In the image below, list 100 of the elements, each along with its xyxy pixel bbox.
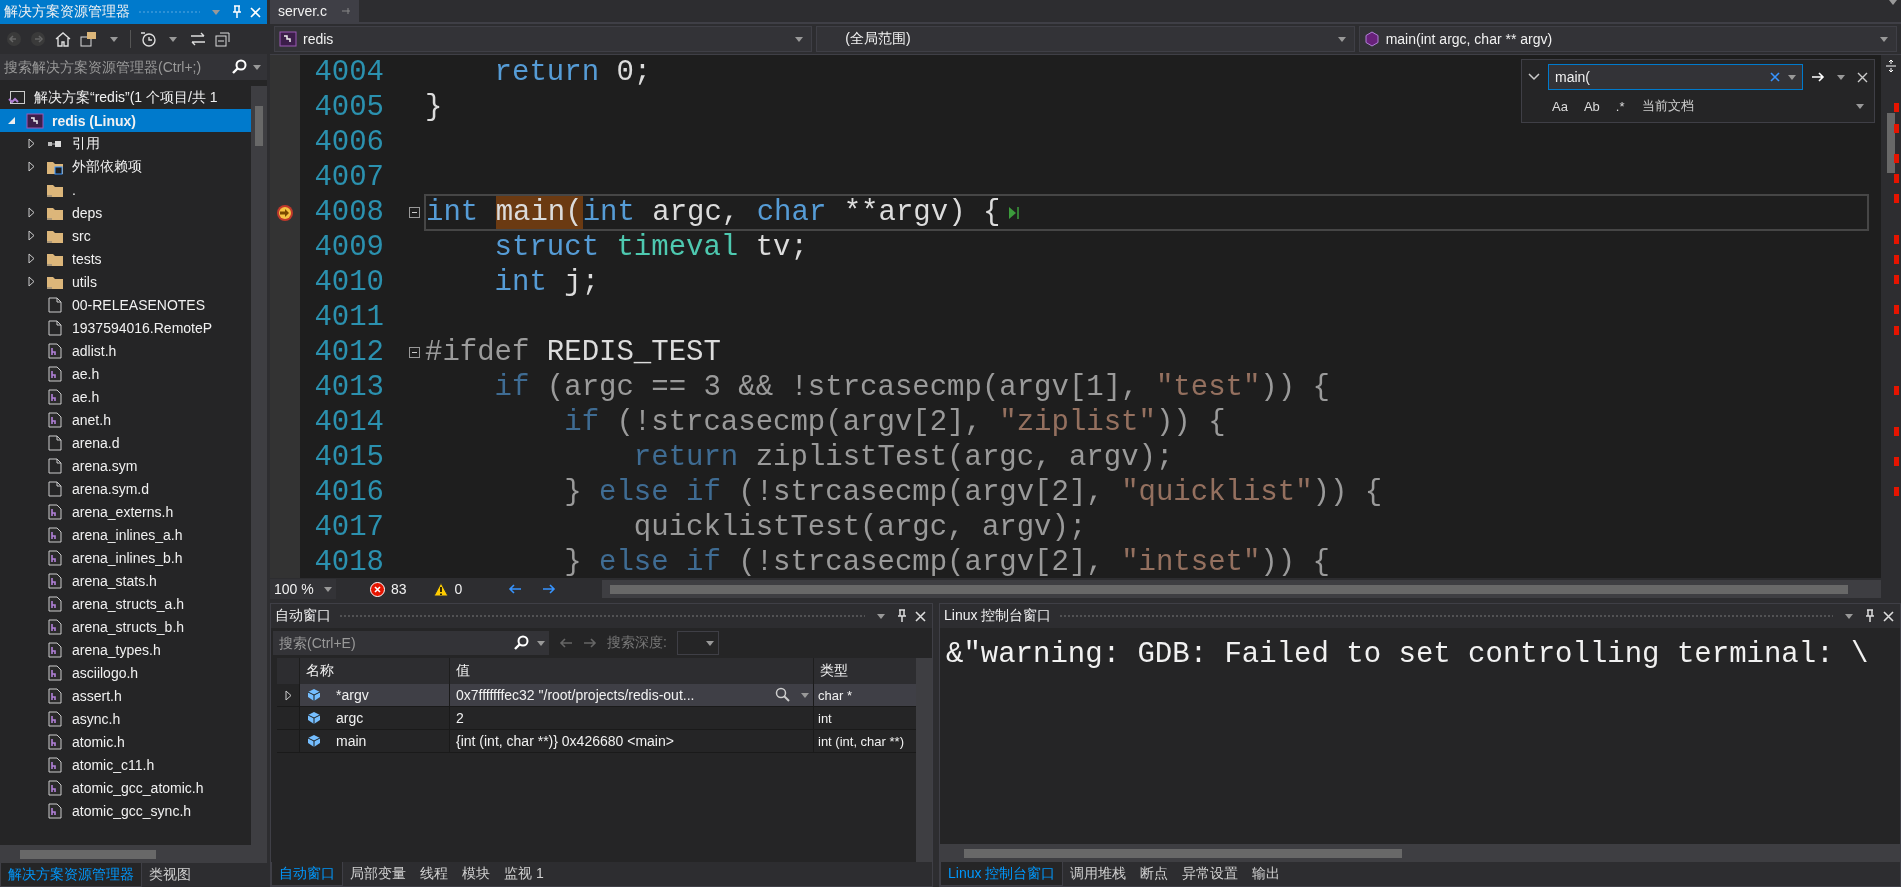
tree-item[interactable]: redis (Linux) [0, 109, 251, 132]
tree-item[interactable]: arena_externs.h [0, 500, 251, 523]
collapsed-arrow-icon[interactable] [27, 161, 35, 172]
tree-item[interactable]: arena_structs_a.h [0, 592, 251, 615]
search-icon[interactable] [231, 59, 247, 75]
tree-item[interactable]: arena_inlines_a.h [0, 523, 251, 546]
tab[interactable]: 类视图 [142, 863, 198, 887]
tree-item[interactable]: tests [0, 247, 251, 270]
tree-item[interactable]: src [0, 224, 251, 247]
collapsed-arrow-icon[interactable] [27, 253, 35, 264]
expand-replace-icon[interactable] [1528, 73, 1540, 81]
tree-item[interactable]: arena.d [0, 431, 251, 454]
find-field[interactable]: main( [1548, 64, 1803, 90]
tree-item[interactable]: arena_stats.h [0, 569, 251, 592]
tab[interactable]: 调用堆栈 [1063, 862, 1134, 886]
tree-item[interactable]: 引用 [0, 132, 251, 155]
tree-item[interactable]: atomic_gcc_sync.h [0, 799, 251, 822]
variable-row[interactable]: argc 2 int [277, 707, 916, 730]
sync-arrows-icon[interactable] [189, 31, 207, 47]
tree-item[interactable]: arena.sym [0, 454, 251, 477]
scrollbar[interactable] [1881, 55, 1901, 578]
tab[interactable]: 自动窗口 [271, 862, 343, 886]
tree-item[interactable]: deps [0, 201, 251, 224]
back-icon[interactable] [6, 31, 22, 47]
variable-row[interactable]: main {int (int, char **)} 0x426680 <main> int (int, char **) [277, 730, 916, 753]
search-icon[interactable] [513, 635, 529, 651]
tree-item[interactable]: 解决方案“redis”(1 个项目/共 1 [0, 86, 251, 109]
close-icon[interactable] [915, 610, 926, 622]
tab[interactable]: 解决方案资源管理器 [0, 863, 142, 887]
scrollbar[interactable] [251, 86, 267, 845]
tree-item[interactable]: anet.h [0, 408, 251, 431]
tab[interactable]: 模块 [455, 862, 497, 886]
find-option-toggle[interactable]: Ab [1579, 97, 1604, 115]
collapsed-arrow-icon[interactable] [27, 276, 35, 287]
tab[interactable]: 线程 [413, 862, 455, 886]
tree-item[interactable]: . [0, 178, 251, 201]
run-to-cursor-icon[interactable] [1008, 204, 1021, 221]
close-icon[interactable] [1857, 71, 1868, 83]
tree-item[interactable]: 00-RELEASENOTES [0, 293, 251, 316]
zoom-dropdown[interactable]: 100 % [270, 579, 336, 599]
tree-item[interactable]: atomic_c11.h [0, 753, 251, 776]
tree-item[interactable]: arena_structs_b.h [0, 615, 251, 638]
tab[interactable]: Linux 控制台窗口 [940, 862, 1064, 886]
close-icon[interactable] [1883, 610, 1894, 622]
back-arrow-icon[interactable] [508, 583, 523, 595]
find-next-icon[interactable] [1811, 71, 1825, 83]
error-icon[interactable] [370, 581, 385, 597]
sync-view-icon[interactable] [80, 31, 98, 47]
search-field[interactable]: 搜索解决方案资源管理器(Ctrl+;) [0, 54, 267, 80]
search-input[interactable]: 搜索(Ctrl+E) [279, 635, 509, 651]
navigation-dropdown[interactable]: (全局范围) [816, 26, 1355, 52]
find-option-toggle[interactable]: Aa [1548, 97, 1572, 115]
collapse-region-icon[interactable] [409, 207, 420, 218]
tree-item[interactable]: 外部依赖项 [0, 155, 251, 178]
collapsed-arrow-icon[interactable] [284, 689, 292, 701]
collapsed-arrow-icon[interactable] [27, 138, 35, 149]
scroll-thumb[interactable] [1887, 113, 1895, 173]
scrollbar[interactable] [940, 844, 1900, 862]
warning-icon[interactable] [432, 581, 449, 597]
tree-item[interactable]: ae.h [0, 362, 251, 385]
back-arrow-icon[interactable] [559, 637, 573, 649]
collapsed-arrow-icon[interactable] [27, 230, 35, 241]
tab[interactable]: 局部变量 [343, 862, 413, 886]
navigation-dropdown[interactable]: redis [274, 26, 813, 52]
tree-item[interactable]: arena_types.h [0, 638, 251, 661]
error-count[interactable]: 83 [391, 581, 407, 597]
tree-item[interactable]: async.h [0, 707, 251, 730]
find-option-toggle[interactable]: .* [1611, 97, 1629, 115]
tree-item[interactable]: utils [0, 270, 251, 293]
tree-item[interactable]: atomic.h [0, 730, 251, 753]
scrollbar[interactable] [0, 845, 267, 863]
home-icon[interactable] [54, 31, 72, 47]
forward-arrow-icon[interactable] [542, 583, 557, 595]
tab[interactable]: 输出 [1245, 862, 1288, 886]
forward-arrow-icon[interactable] [583, 637, 597, 649]
tree-item[interactable]: adlist.h [0, 339, 251, 362]
tree-item[interactable]: 1937594016.RemoteP [0, 316, 251, 339]
collapsed-arrow-icon[interactable] [27, 207, 35, 218]
tab[interactable]: 断点 [1133, 862, 1176, 886]
tab[interactable]: 监视 1 [497, 862, 551, 886]
document-tab[interactable]: server.c [270, 0, 359, 22]
forward-icon[interactable] [30, 31, 46, 47]
history-icon[interactable] [139, 31, 157, 47]
expanded-arrow-icon[interactable] [6, 116, 16, 125]
clear-icon[interactable] [1770, 72, 1780, 82]
collapse-region-icon[interactable] [409, 347, 420, 358]
find-input[interactable]: main( [1555, 69, 1766, 85]
tree-item[interactable]: arena.sym.d [0, 477, 251, 500]
scope-dropdown[interactable]: 当前文档 [1636, 97, 1868, 115]
split-icon[interactable] [1885, 59, 1897, 73]
navigation-dropdown[interactable]: main(int argc, char ** argv) [1358, 26, 1897, 52]
tree-item[interactable]: atomic_gcc_atomic.h [0, 776, 251, 799]
tree-item[interactable]: ae.h [0, 385, 251, 408]
search-field[interactable]: 搜索(Ctrl+E) [273, 631, 549, 655]
tab[interactable]: 异常设置 [1175, 862, 1246, 886]
scrollbar[interactable] [602, 580, 1881, 598]
search-icon[interactable] [775, 687, 791, 703]
collapse-all-icon[interactable] [215, 31, 231, 47]
scrollbar[interactable] [916, 658, 932, 862]
tree-item[interactable]: arena_inlines_b.h [0, 546, 251, 569]
